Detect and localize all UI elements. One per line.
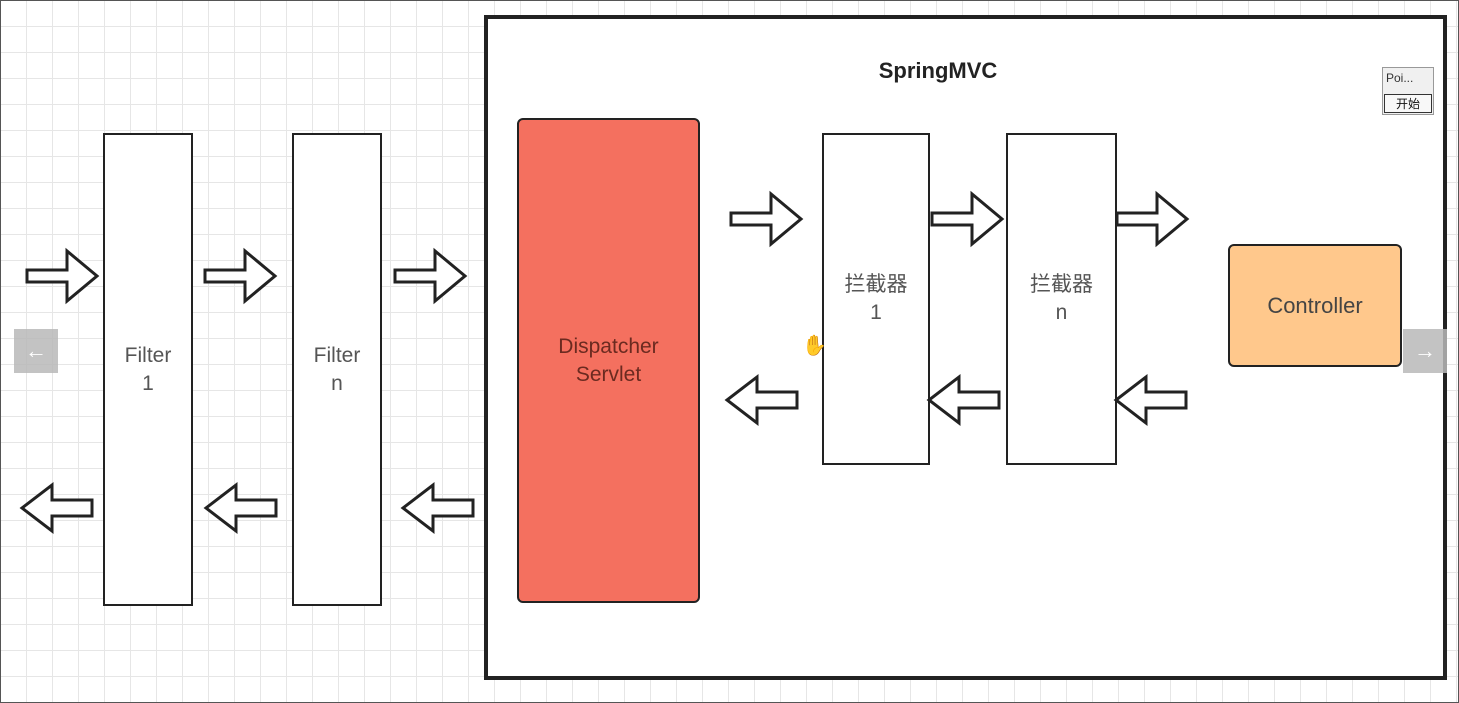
pointer-label: Poi... xyxy=(1386,71,1414,85)
arrow-left-icon xyxy=(927,375,1001,425)
pointer-tool-panel: Poi... 开始 xyxy=(1382,67,1434,115)
arrow-left-icon xyxy=(725,375,799,425)
arrow-right-icon xyxy=(203,249,277,303)
arrow-right-icon xyxy=(930,192,1004,246)
next-slide-button[interactable]: → xyxy=(1403,329,1447,373)
hand-cursor-icon: ✋ xyxy=(802,335,827,357)
arrow-right-icon: → xyxy=(1414,338,1436,363)
arrow-left-icon xyxy=(20,483,94,533)
arrow-left-icon xyxy=(401,483,475,533)
arrow-right-icon xyxy=(25,249,99,303)
arrow-left-icon xyxy=(1114,375,1188,425)
prev-slide-button[interactable]: ← xyxy=(14,329,58,373)
start-button[interactable]: 开始 xyxy=(1384,94,1432,113)
arrow-left-icon xyxy=(204,483,278,533)
flow-arrows xyxy=(20,192,1189,533)
arrow-right-icon xyxy=(393,249,467,303)
arrow-left-icon: ← xyxy=(25,338,47,363)
arrow-right-icon xyxy=(1115,192,1189,246)
arrow-right-icon xyxy=(729,192,803,246)
